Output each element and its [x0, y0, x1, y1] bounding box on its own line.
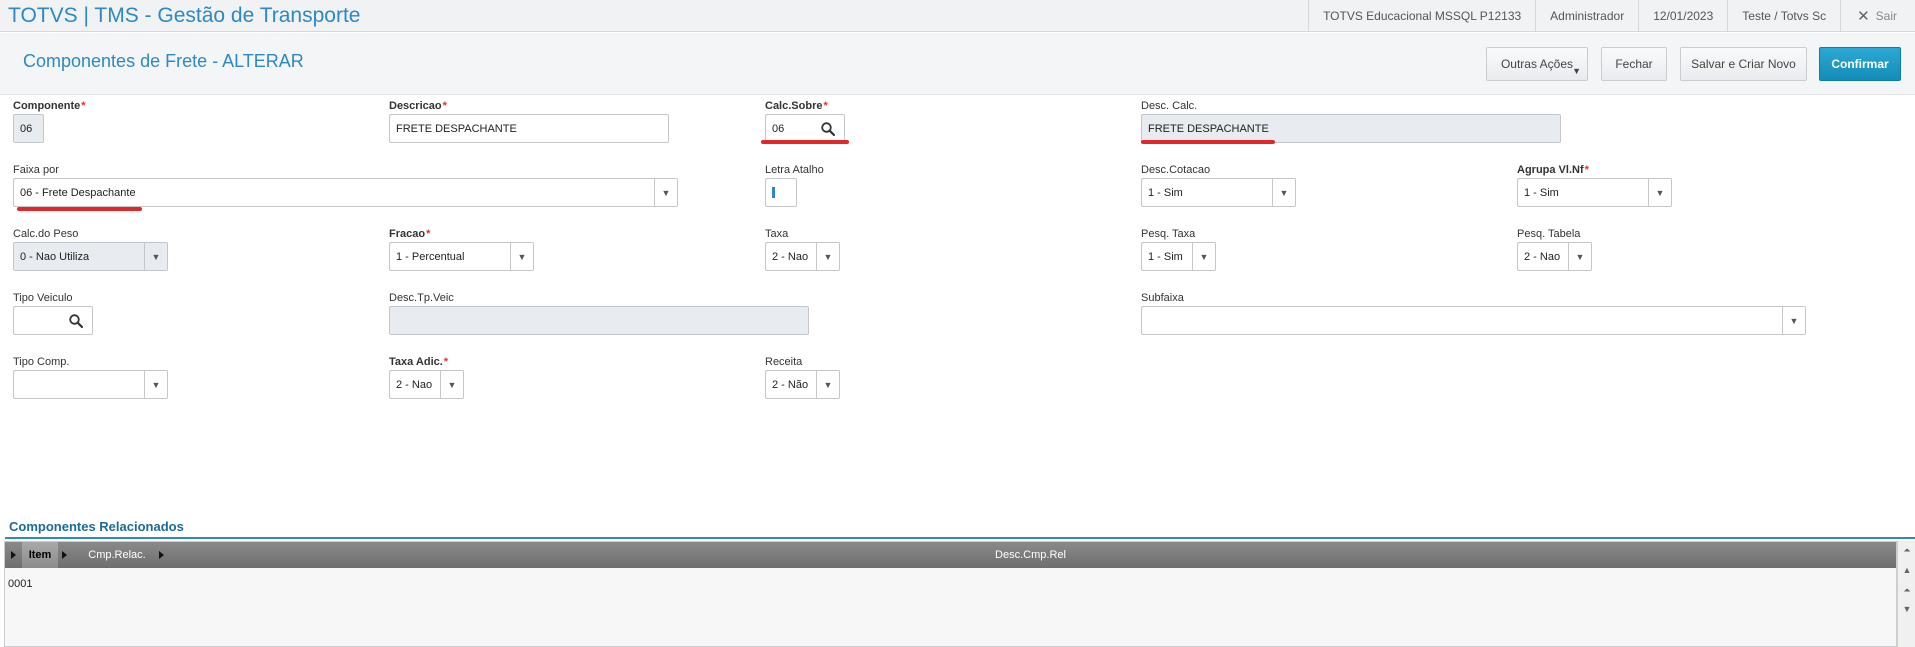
section-divider — [5, 537, 1915, 539]
section-title: Componentes Relacionados — [9, 519, 184, 534]
chevron-down-icon[interactable]: ▼ — [510, 243, 533, 270]
grid-scrollbar[interactable]: ⏶ ▲ ⏶ ▼ — [1897, 541, 1915, 647]
column-arrow-icon[interactable] — [159, 551, 164, 559]
salvar-criar-novo-button[interactable]: Salvar e Criar Novo — [1680, 47, 1807, 81]
top-bar: TOTVS | TMS - Gestão de Transporte TOTVS… — [0, 0, 1915, 32]
letra-atalho-field[interactable] — [765, 178, 797, 207]
fracao-select[interactable]: 1 - Percentual ▼ — [389, 242, 534, 271]
taxa-adic-label: Taxa Adic.* — [389, 356, 449, 368]
page-header: Componentes de Frete - ALTERAR Outras Aç… — [0, 33, 1915, 95]
letra-atalho-label: Letra Atalho — [765, 164, 824, 176]
fracao-label: Fracao* — [389, 228, 431, 240]
logout-button[interactable]: ✕ Sair — [1840, 0, 1915, 32]
chevron-down-icon[interactable]: ▼ — [1568, 243, 1591, 270]
taxa-adic-select[interactable]: 2 - Nao ▼ — [389, 370, 464, 399]
faixa-por-label: Faixa por — [13, 164, 59, 176]
pesq-taxa-label: Pesq. Taxa — [1141, 228, 1196, 240]
desc-calc-label: Desc. Calc. — [1141, 100, 1198, 112]
confirmar-button[interactable]: Confirmar — [1819, 47, 1901, 81]
outras-acoes-label: Outras Ações — [1500, 57, 1574, 71]
table-row[interactable]: 0001 — [8, 578, 32, 590]
chevron-down-icon[interactable]: ▼ — [1272, 179, 1295, 206]
taxa-select[interactable]: 2 - Nao ▼ — [765, 242, 840, 271]
search-icon[interactable] — [68, 313, 84, 329]
calc-peso-label: Calc.do Peso — [13, 228, 79, 240]
chevron-down-icon[interactable]: ▼ — [1648, 179, 1671, 206]
taxa-label: Taxa — [765, 228, 789, 240]
chevron-down-icon[interactable]: ▼ — [1192, 243, 1215, 270]
pesq-tabela-label: Pesq. Tabela — [1517, 228, 1581, 240]
column-header-cmp-relac[interactable]: Cmp.Relac. — [75, 542, 159, 568]
top-info: TOTVS Educacional MSSQL P12133 Administr… — [1308, 0, 1915, 32]
chevron-down-icon[interactable]: ▼ — [816, 371, 839, 398]
componente-label: Componente* — [13, 100, 86, 112]
subfaixa-select[interactable]: ▼ — [1141, 306, 1806, 335]
company-label[interactable]: Teste / Totvs Sc — [1727, 0, 1840, 32]
highlight-underline — [17, 207, 142, 211]
tipo-comp-label: Tipo Comp. — [13, 356, 70, 368]
desc-tp-veic-field[interactable] — [389, 306, 809, 335]
logout-label: Sair — [1875, 9, 1897, 23]
environment-label: TOTVS Educacional MSSQL P12133 — [1308, 0, 1535, 32]
descricao-field[interactable]: FRETE DESPACHANTE — [389, 114, 669, 143]
column-arrow-icon[interactable] — [62, 551, 67, 559]
user-label: Administrador — [1535, 0, 1638, 32]
page-title: Componentes de Frete - ALTERAR — [23, 51, 304, 71]
desc-calc-field[interactable]: FRETE DESPACHANTE — [1141, 114, 1561, 143]
faixa-por-select[interactable]: 06 - Frete Despachante ▼ — [13, 178, 678, 207]
receita-label: Receita — [765, 356, 803, 368]
receita-select[interactable]: 2 - Não ▼ — [765, 370, 840, 399]
descricao-label: Descricao* — [389, 100, 447, 112]
fechar-button[interactable]: Fechar — [1601, 47, 1667, 81]
calc-sobre-label: Calc.Sobre* — [765, 100, 828, 112]
chevron-down-icon[interactable]: ▼ — [1782, 307, 1805, 334]
column-arrow-icon[interactable] — [11, 551, 16, 559]
column-header-item[interactable]: Item — [22, 542, 58, 568]
grid-header: Item Cmp.Relac. Desc.Cmp.Rel — [5, 542, 1896, 568]
calc-sobre-field[interactable]: 06 — [765, 114, 845, 143]
cell-item[interactable]: 0001 — [8, 578, 32, 590]
outras-acoes-button[interactable]: Outras Ações ▼ — [1486, 47, 1588, 81]
text-cursor — [772, 187, 775, 198]
scroll-top-icon[interactable]: ⏶ — [1902, 545, 1912, 555]
desc-cotacao-label: Desc.Cotacao — [1141, 164, 1211, 176]
highlight-underline — [1141, 140, 1275, 144]
pesq-taxa-select[interactable]: 1 - Sim ▼ — [1141, 242, 1216, 271]
chevron-down-icon[interactable]: ▼ — [654, 179, 677, 206]
search-icon[interactable] — [820, 121, 836, 137]
date-label: 12/01/2023 — [1638, 0, 1727, 32]
scroll-up-icon[interactable]: ▲ — [1902, 565, 1912, 575]
agrupa-vl-nf-label: Agrupa Vl.Nf* — [1517, 164, 1589, 176]
subfaixa-label: Subfaixa — [1141, 292, 1184, 304]
chevron-down-icon[interactable]: ▼ — [144, 243, 167, 270]
desc-cotacao-select[interactable]: 1 - Sim ▼ — [1141, 178, 1296, 207]
agrupa-vl-nf-select[interactable]: 1 - Sim ▼ — [1517, 178, 1672, 207]
tipo-veiculo-field[interactable] — [13, 306, 93, 335]
tipo-veiculo-label: Tipo Veiculo — [13, 292, 73, 304]
desc-tp-veic-label: Desc.Tp.Veic — [389, 292, 454, 304]
componente-field[interactable]: 06 — [13, 114, 44, 143]
pesq-tabela-select[interactable]: 2 - Nao ▼ — [1517, 242, 1592, 271]
chevron-down-icon[interactable]: ▼ — [144, 371, 167, 398]
caret-down-icon: ▼ — [1572, 66, 1581, 76]
calc-peso-select[interactable]: 0 - Nao Utiliza ▼ — [13, 242, 168, 271]
scroll-down-icon[interactable]: ▼ — [1902, 604, 1912, 614]
tipo-comp-select[interactable]: ▼ — [13, 370, 168, 399]
app-title: TOTVS | TMS - Gestão de Transporte — [8, 4, 361, 27]
scroll-top-icon[interactable]: ⏶ — [1902, 585, 1912, 595]
chevron-down-icon[interactable]: ▼ — [816, 243, 839, 270]
highlight-underline — [761, 140, 849, 144]
column-header-desc-cmp-rel[interactable]: Desc.Cmp.Rel — [165, 542, 1896, 568]
related-components-grid: Item Cmp.Relac. Desc.Cmp.Rel 0001 — [4, 541, 1897, 647]
close-icon: ✕ — [1857, 8, 1870, 25]
chevron-down-icon[interactable]: ▼ — [440, 371, 463, 398]
